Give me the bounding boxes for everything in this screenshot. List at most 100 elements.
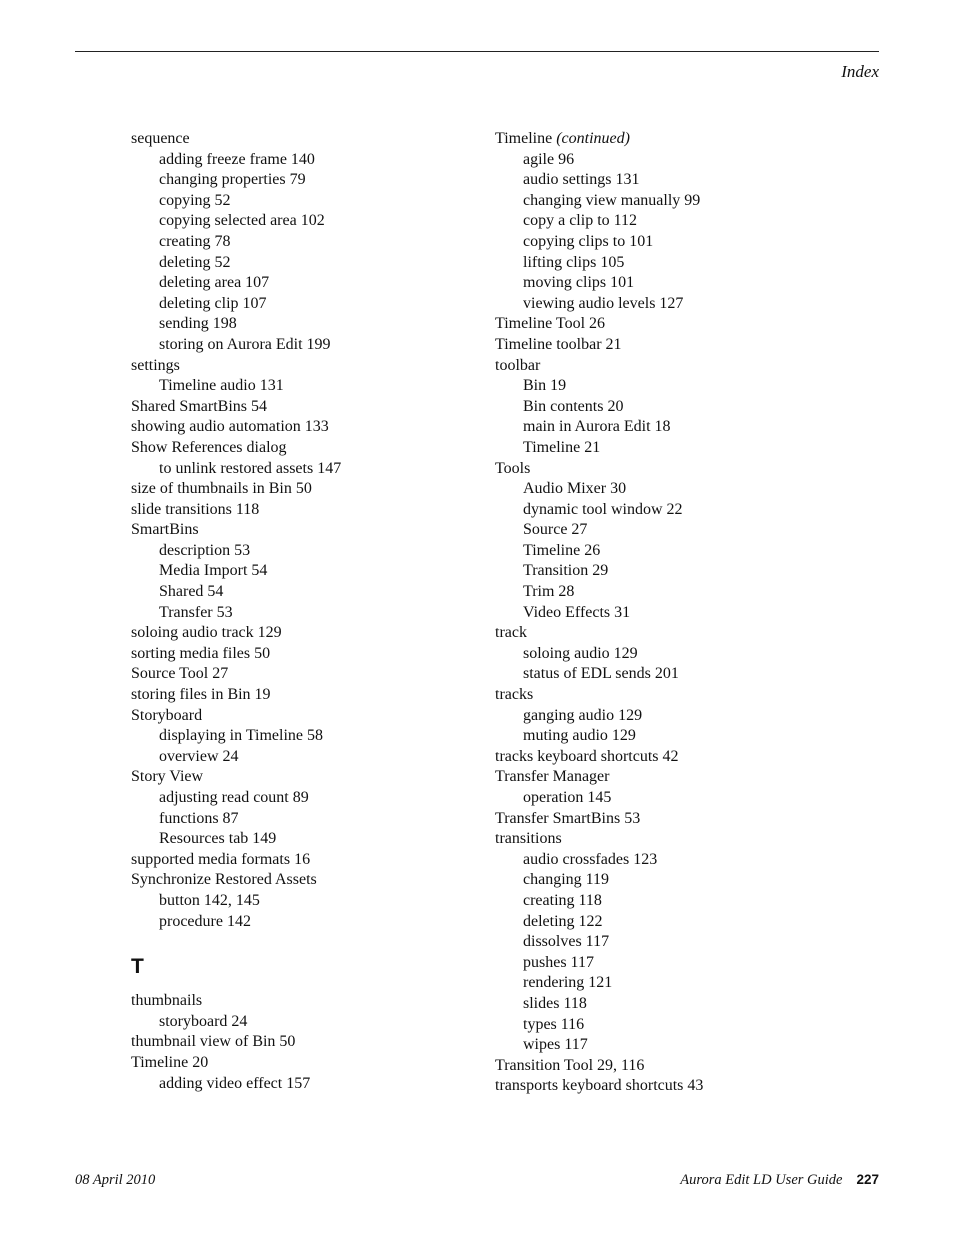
entry-text: functions 87: [159, 809, 239, 827]
entry-text: Video Effects 31: [523, 603, 631, 621]
entry-text: dynamic tool window 22: [523, 500, 683, 518]
entry-text: Timeline Tool 26: [495, 315, 606, 333]
index-entry: thumbnail view of Bin 50: [131, 1032, 341, 1053]
index-subentry: copying 52: [131, 191, 341, 212]
entry-text: wipes 117: [523, 1036, 588, 1054]
index-entry: SmartBins: [131, 520, 341, 541]
index-subentry: button 142, 145: [131, 891, 341, 912]
entry-text: Storyboard: [131, 706, 203, 724]
entry-text: pushes 117: [523, 953, 594, 971]
index-subentry: changing properties 79: [131, 170, 341, 191]
index-subentry: Media Import 54: [131, 561, 341, 582]
index-subentry: procedure 142: [131, 912, 341, 933]
entry-text: storing on Aurora Edit 199: [159, 335, 331, 353]
entry-text: Timeline 20: [131, 1053, 209, 1071]
index-subentry: copying selected area 102: [131, 211, 341, 232]
entry-text: Synchronize Restored Assets: [131, 871, 317, 889]
index-entry: slide transitions 118: [131, 500, 341, 521]
index-entry: Synchronize Restored Assets: [131, 870, 341, 891]
index-subentry: Audio Mixer 30: [495, 479, 703, 500]
index-entry: size of thumbnails in Bin 50: [131, 479, 341, 500]
entry-text: lifting clips 105: [523, 253, 625, 271]
footer-guide-title: Aurora Edit LD User Guide: [680, 1172, 843, 1188]
entry-text: Story View: [131, 768, 204, 786]
index-entry: Tools: [495, 459, 703, 480]
entry-text: Audio Mixer 30: [523, 480, 627, 498]
index-subentry: audio crossfades 123: [495, 850, 703, 871]
entry-text: transports keyboard shortcuts 43: [495, 1077, 704, 1095]
entry-text: tracks: [495, 686, 534, 704]
entry-text: Transfer Manager: [495, 768, 610, 786]
index-subentry: deleting 122: [495, 912, 703, 933]
entry-text: slide transitions 118: [131, 500, 260, 518]
index-subentry: types 116: [495, 1015, 703, 1036]
entry-text: Resources tab 149: [159, 830, 277, 848]
index-entry: Transition Tool 29, 116: [495, 1056, 703, 1077]
entry-text: adding freeze frame 140: [159, 150, 315, 168]
index-subentry: pushes 117: [495, 953, 703, 974]
index-entry: track: [495, 623, 703, 644]
entry-text: dissolves 117: [523, 933, 610, 951]
entry-text: Timeline 26: [523, 541, 601, 559]
index-subentry: to unlink restored assets 147: [131, 459, 341, 480]
index-entry: Show References dialog: [131, 438, 341, 459]
index-subentry: deleting clip 107: [131, 294, 341, 315]
entry-text: Transition 29: [523, 562, 609, 580]
entry-text: status of EDL sends 201: [523, 665, 679, 683]
entry-text: copy a clip to 112: [523, 212, 638, 230]
entry-text: deleting clip 107: [159, 294, 267, 312]
index-subentry: Timeline 21: [495, 438, 703, 459]
entry-text: rendering 121: [523, 974, 613, 992]
entry-text: sorting media files 50: [131, 644, 271, 662]
index-entry: Timeline Tool 26: [495, 314, 703, 335]
section-title: Index: [841, 62, 879, 81]
index-subentry: description 53: [131, 541, 341, 562]
index-subentry: dynamic tool window 22: [495, 500, 703, 521]
index-subentry: copying clips to 101: [495, 232, 703, 253]
index-entry: supported media formats 16: [131, 850, 341, 871]
index-subentry: storing on Aurora Edit 199: [131, 335, 341, 356]
entry-text: tracks keyboard shortcuts 42: [495, 747, 679, 765]
index-entry: Story View: [131, 767, 341, 788]
entry-text: changing 119: [523, 871, 610, 889]
index-subentry: wipes 117: [495, 1035, 703, 1056]
entry-text: creating 118: [523, 891, 602, 909]
index-subentry: deleting 52: [131, 253, 341, 274]
entry-text: SmartBins: [131, 521, 199, 539]
footer-date: 08 April 2010: [75, 1172, 156, 1188]
index-subentry: creating 78: [131, 232, 341, 253]
index-column-right: Timeline (continued) agile 96 audio settin…: [495, 129, 703, 1097]
index-subentry: rendering 121: [495, 973, 703, 994]
entry-text: thumbnail view of Bin 50: [131, 1033, 296, 1051]
entry-text: Transition Tool 29, 116: [495, 1056, 645, 1074]
entry-text: Trim 28: [523, 583, 575, 601]
entry-text: transitions: [495, 830, 562, 848]
header-rule: [75, 51, 879, 52]
index-subentry: Source 27: [495, 520, 703, 541]
entry-text: viewing audio levels 127: [523, 294, 684, 312]
entry-text: Timeline 21: [523, 438, 601, 456]
entry-text: storing files in Bin 19: [131, 686, 271, 704]
index-column-left: sequence adding freeze frame 140 changing …: [131, 129, 341, 1094]
index-subentry: Timeline 26: [495, 541, 703, 562]
entry-text: displaying in Timeline 58: [159, 727, 324, 745]
entry-text: sending 198: [159, 315, 237, 333]
entry-text: Timeline toolbar 21: [495, 335, 622, 353]
entry-text: soloing audio track 129: [131, 624, 282, 642]
index-subentry: soloing audio 129: [495, 644, 703, 665]
entry-text: deleting 122: [523, 912, 603, 930]
entry-text: Timeline: [495, 130, 557, 147]
index-subentry: Trim 28: [495, 582, 703, 603]
index-subentry: adjusting read count 89: [131, 788, 341, 809]
entry-text: deleting area 107: [159, 274, 270, 292]
entry-text: changing properties 79: [159, 171, 306, 189]
entry-text: Media Import 54: [159, 562, 268, 580]
index-entry: storing files in Bin 19: [131, 685, 341, 706]
entry-text: changing view manually 99: [523, 191, 701, 209]
entry-text: audio crossfades 123: [523, 850, 658, 868]
index-subentry: Bin 19: [495, 376, 703, 397]
entry-text: track: [495, 624, 527, 642]
entry-text: toolbar: [495, 356, 541, 374]
entry-text: agile 96: [523, 150, 575, 168]
entry-text: size of thumbnails in Bin 50: [131, 480, 312, 498]
